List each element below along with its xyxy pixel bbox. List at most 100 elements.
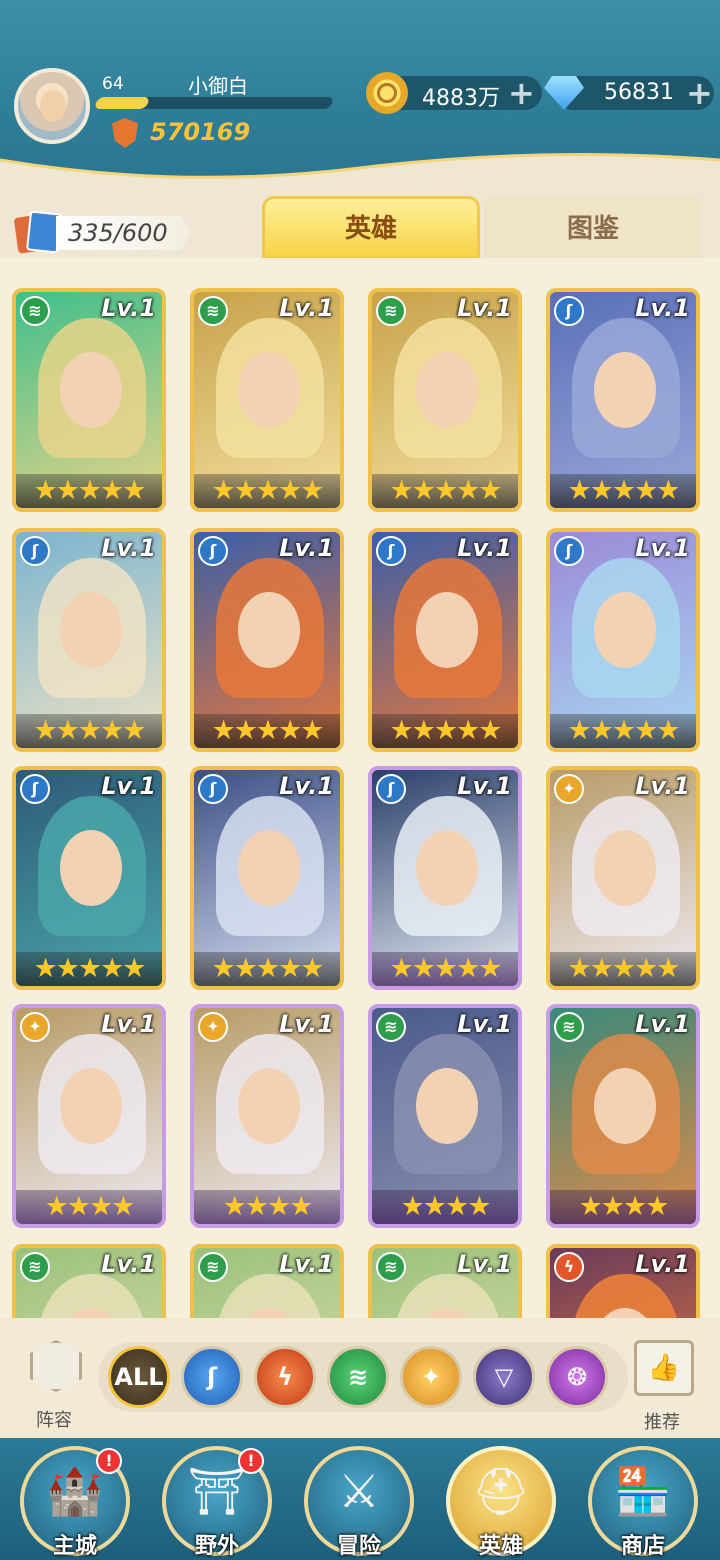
filter-fire-icon[interactable]: ϟ	[254, 1346, 316, 1408]
hero-level: Lv.1	[635, 772, 690, 800]
nav-shop-label: 商店	[620, 1534, 665, 1559]
helmet-icon: ⛑	[471, 1464, 531, 1518]
hero-star-rating: ★★★★★	[372, 474, 518, 508]
hero-level: Lv.1	[635, 534, 690, 562]
hero-card[interactable]: ʃ Lv.1 ★★★★★	[546, 288, 700, 512]
hero-star-rating: ★★★★★	[16, 474, 162, 508]
hero-card[interactable]: ʃ Lv.1 ★★★★★	[12, 766, 166, 990]
hero-card[interactable]: ✦ Lv.1 ★★★★	[12, 1004, 166, 1228]
hero-star-rating: ★★★★★	[550, 474, 696, 508]
hero-star-rating: ★★★★	[16, 1190, 162, 1224]
hero-card[interactable]: ≋ Lv.1	[12, 1244, 166, 1318]
add-diamond-button[interactable]: +	[686, 74, 713, 112]
light-icon: ✦	[554, 774, 584, 804]
hero-star-rating: ★★★★	[550, 1190, 696, 1224]
xp-bar-fill	[93, 97, 151, 109]
fire-icon: ϟ	[554, 1252, 584, 1282]
hero-star-rating: ★★★★★	[550, 952, 696, 986]
hero-card[interactable]: ✦ Lv.1 ★★★★★	[546, 766, 700, 990]
hero-star-rating: ★★★★	[372, 1190, 518, 1224]
hero-cards-icon	[13, 210, 63, 254]
hero-level: Lv.1	[279, 1010, 334, 1038]
hero-card[interactable]: ʃ Lv.1 ★★★★★	[546, 528, 700, 752]
filter-arcane-icon[interactable]: ❂	[546, 1346, 608, 1408]
wild-alert-badge: !	[238, 1448, 264, 1474]
water-icon: ʃ	[20, 536, 50, 566]
nav-wild-label: 野外	[194, 1534, 239, 1559]
hero-star-rating: ★★★★	[194, 1190, 340, 1224]
wind-icon: ≋	[376, 1252, 406, 1282]
sword-icon: ⚔	[338, 1464, 380, 1518]
light-icon: ✦	[198, 1012, 228, 1042]
hero-star-rating: ★★★★★	[194, 952, 340, 986]
combat-power-value: 570169	[150, 118, 251, 146]
hero-card[interactable]: ϟ Lv.1	[546, 1244, 700, 1318]
hero-card[interactable]: ʃ Lv.1 ★★★★★	[368, 766, 522, 990]
hero-level: Lv.1	[101, 1010, 156, 1038]
hero-card[interactable]: ≋ Lv.1 ★★★★★	[368, 288, 522, 512]
tab-heroes[interactable]: 英雄	[262, 196, 480, 260]
hero-star-rating: ★★★★★	[550, 714, 696, 748]
thumbs-up-icon: 👍	[647, 1353, 681, 1383]
player-avatar[interactable]	[14, 68, 90, 144]
hero-level: Lv.1	[101, 534, 156, 562]
hero-card[interactable]: ʃ Lv.1 ★★★★★	[190, 528, 344, 752]
hero-level: Lv.1	[457, 1010, 512, 1038]
nav-heroes-label: 英雄	[478, 1534, 523, 1559]
hero-level: Lv.1	[635, 1250, 690, 1278]
filter-wind-icon[interactable]: ≋	[327, 1346, 389, 1408]
wind-icon: ≋	[20, 1252, 50, 1282]
water-icon: ʃ	[198, 536, 228, 566]
recommend-button[interactable]: 👍	[634, 1340, 694, 1396]
hero-grid: ≋ Lv.1 ★★★★★ ≋ Lv.1 ★★★★★ ≋ Lv.1 ★★★★★ ʃ Lv.1 ★★★★★…	[0, 258, 720, 1318]
filter-water-icon[interactable]: ʃ	[181, 1346, 243, 1408]
water-icon: ʃ	[376, 774, 406, 804]
water-icon: ʃ	[554, 536, 584, 566]
hero-star-rating: ★★★★★	[372, 952, 518, 986]
hero-star-rating: ★★★★★	[194, 714, 340, 748]
water-icon: ʃ	[198, 774, 228, 804]
hero-level: Lv.1	[457, 534, 512, 562]
hero-card[interactable]: ʃ Lv.1 ★★★★★	[12, 528, 166, 752]
wind-icon: ≋	[376, 1012, 406, 1042]
shop-icon: 🏪	[614, 1464, 672, 1518]
hero-level: Lv.1	[279, 534, 334, 562]
hero-card[interactable]: ≋ Lv.1	[190, 1244, 344, 1318]
hero-card[interactable]: ≋ Lv.1 ★★★★	[546, 1004, 700, 1228]
nav-adventure-label: 冒险	[336, 1534, 381, 1559]
lineup-icon	[30, 1340, 82, 1392]
gold-amount: 4883万	[422, 86, 500, 111]
filter-light-icon[interactable]: ✦	[400, 1346, 462, 1408]
filter-all[interactable]: ALL	[108, 1346, 170, 1408]
diamond-amount: 56831	[604, 80, 674, 105]
hero-level: Lv.1	[101, 1250, 156, 1278]
tab-codex[interactable]: 图鉴	[484, 196, 702, 260]
hero-level: Lv.1	[635, 1010, 690, 1038]
nav-main-city-label: 主城	[52, 1534, 97, 1559]
hero-card[interactable]: ʃ Lv.1 ★★★★★	[190, 766, 344, 990]
hero-card[interactable]: ✦ Lv.1 ★★★★	[190, 1004, 344, 1228]
hero-count: 335/600	[56, 216, 192, 250]
add-gold-button[interactable]: +	[508, 74, 535, 112]
hero-level: Lv.1	[101, 294, 156, 322]
light-icon: ✦	[20, 1012, 50, 1042]
wind-icon: ≋	[198, 1252, 228, 1282]
hero-star-rating: ★★★★★	[16, 952, 162, 986]
lineup-button[interactable]	[22, 1340, 90, 1400]
gold-coin-icon	[366, 72, 408, 114]
hero-level: Lv.1	[635, 294, 690, 322]
hero-level: Lv.1	[279, 294, 334, 322]
lineup-label: 阵容	[36, 1410, 72, 1431]
filter-dark-icon[interactable]: ▽	[473, 1346, 535, 1408]
water-icon: ʃ	[376, 536, 406, 566]
hero-card[interactable]: ʃ Lv.1 ★★★★★	[368, 528, 522, 752]
player-level: 64	[102, 74, 124, 94]
hero-card[interactable]: ≋ Lv.1 ★★★★★	[190, 288, 344, 512]
wind-icon: ≋	[20, 296, 50, 326]
water-icon: ʃ	[20, 774, 50, 804]
hero-card[interactable]: ≋ Lv.1 ★★★★★	[12, 288, 166, 512]
hero-card[interactable]: ≋ Lv.1 ★★★★	[368, 1004, 522, 1228]
hero-star-rating: ★★★★★	[372, 714, 518, 748]
hero-card[interactable]: ≋ Lv.1	[368, 1244, 522, 1318]
main-city-alert-badge: !	[96, 1448, 122, 1474]
